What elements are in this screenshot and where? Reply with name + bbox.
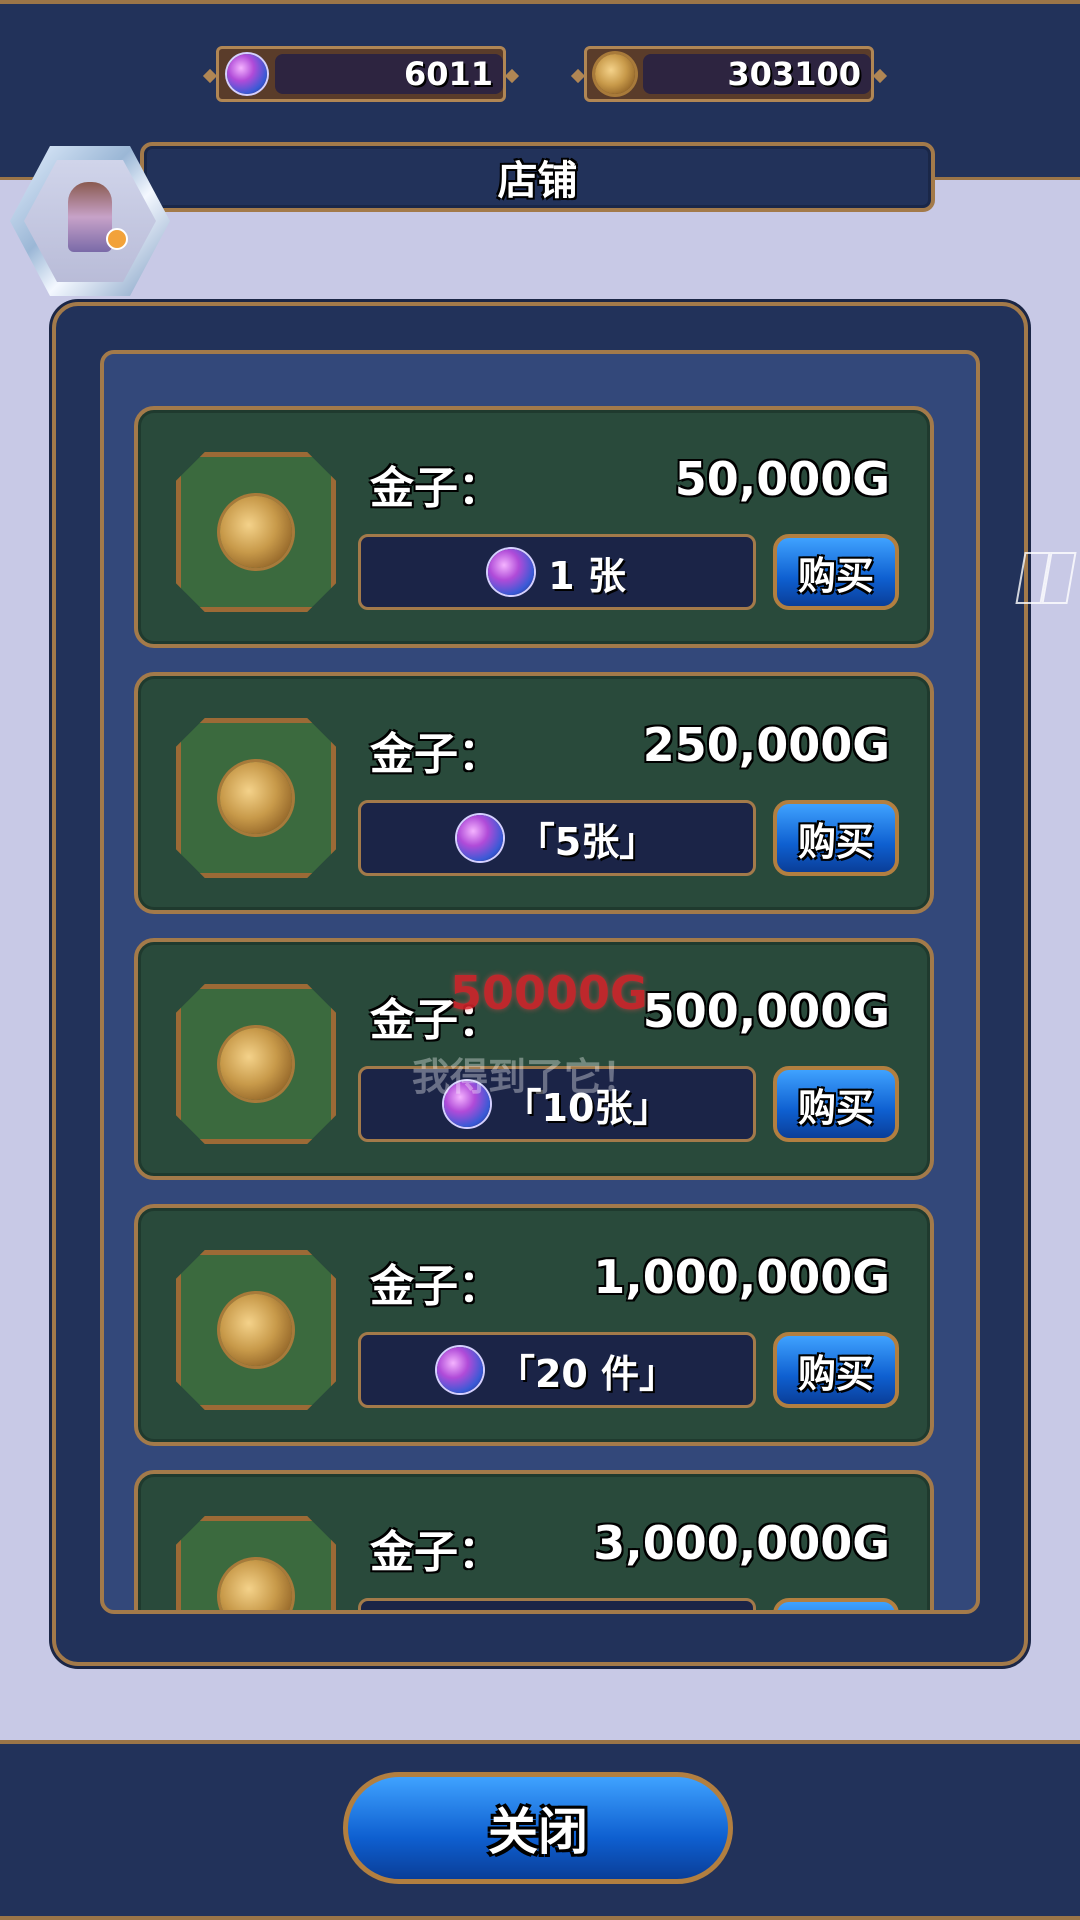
item-label: 金子： [370, 1261, 502, 1312]
title-banner: 店铺 [140, 142, 935, 212]
item-amount: 1,000,000G [593, 1250, 890, 1304]
gold-currency: 303100 [584, 46, 874, 102]
close-button[interactable]: 关闭 [343, 1772, 733, 1884]
scroll-arrow-icon[interactable] [1015, 546, 1078, 612]
buy-button[interactable]: 购买 [773, 1066, 899, 1142]
coin-icon [220, 1294, 292, 1366]
buy-button[interactable]: 购买 [773, 1332, 899, 1408]
shop-item: 金子： 250,000G 「5张」 购买 [134, 672, 934, 914]
item-price: 1 张 [358, 534, 756, 610]
gem-currency: 6011 [216, 46, 506, 102]
shop-item: 金子： 1,000,000G 「20 件」 购买 [134, 1204, 934, 1446]
item-amount: 3,000,000G [593, 1516, 890, 1570]
gem-icon [456, 815, 503, 861]
item-price [358, 1598, 756, 1614]
coin-icon [220, 762, 292, 834]
coin-icon [595, 54, 635, 94]
buy-button[interactable]: 购买 [773, 534, 899, 610]
gem-count: 6011 [275, 54, 503, 94]
coin-icon [220, 496, 292, 568]
price-text: 1 张 [548, 553, 626, 598]
item-label: 金子： [370, 1527, 502, 1578]
avatar-badge-icon [106, 228, 128, 250]
page-title: 店铺 [497, 158, 578, 204]
reward-amount-popup: 50000G [450, 966, 648, 1020]
reward-message-popup: 我得到了它！ [412, 1055, 641, 1099]
item-price: 「5张」 [358, 800, 756, 876]
price-text: 「20 件」 [496, 1351, 678, 1396]
item-price: 「20 件」 [358, 1332, 756, 1408]
shop-item: 金子： 50,000G 1 张 购买 [134, 406, 934, 648]
gold-count: 303100 [643, 54, 871, 94]
item-amount: 250,000G [642, 718, 890, 772]
shop-item: 金子： 3,000,000G 购买 [134, 1470, 934, 1614]
item-label: 金子： [370, 463, 502, 514]
gem-icon [527, 1613, 573, 1614]
gem-icon [227, 54, 267, 94]
coin-icon [220, 1028, 292, 1100]
avatar[interactable] [10, 146, 170, 296]
gem-icon [488, 549, 535, 595]
buy-button[interactable]: 购买 [773, 800, 899, 876]
price-text: 「5张」 [516, 819, 658, 864]
item-amount: 500,000G [642, 984, 890, 1038]
item-amount: 50,000G [674, 452, 890, 506]
item-label: 金子： [370, 729, 502, 780]
gem-icon [436, 1347, 483, 1393]
buy-button[interactable]: 购买 [773, 1598, 899, 1610]
